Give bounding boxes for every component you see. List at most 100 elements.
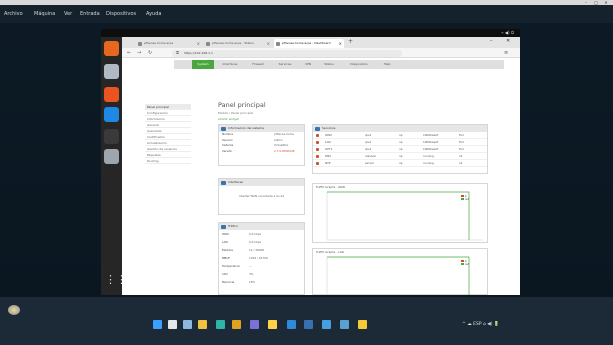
weather-widget[interactable]	[8, 303, 48, 323]
nav-item[interactable]: Services	[272, 60, 298, 69]
legend-swatch	[461, 260, 464, 262]
show-apps-icon[interactable]: ⋮⋮	[105, 273, 127, 286]
ubuntu-top-bar: ⌁ ◀) ⏻	[101, 29, 520, 37]
chart-lan-svg	[326, 256, 470, 295]
tab-close-icon[interactable]: ×	[197, 39, 200, 48]
panel-text: Interfaz WAN conectada a la red	[238, 194, 285, 198]
vm-system-tray[interactable]: ⌁ ◀) ⏻	[501, 29, 514, 37]
nav-item[interactable]: VPN	[300, 60, 316, 69]
vm-display[interactable]: ⌁ ◀) ⏻ ⋮⋮ pfSense.home.arpa × pfSense.ho…	[101, 29, 520, 295]
panel-header[interactable]: Servicios	[313, 125, 487, 132]
panel-header[interactable]: Tráfico	[219, 223, 304, 230]
info-value: 3%	[249, 272, 254, 276]
traffic-panel: Tráfico WAN 0.0 kbps LAN 0.0 kbps Estados 1…	[218, 222, 305, 295]
store-icon[interactable]	[268, 320, 277, 329]
menu-dispositivos[interactable]: Dispositivos	[106, 5, 136, 23]
search-icon[interactable]	[168, 320, 177, 329]
chart-wan-svg	[326, 191, 483, 241]
vscode-icon[interactable]	[287, 320, 296, 329]
close-button[interactable]: ✕	[506, 38, 510, 44]
browser-tab-3[interactable]: pfSense.home.arpa - Dashboard ×	[274, 39, 344, 48]
service-desc: ipv4	[365, 147, 371, 151]
info-key: Temperatura	[222, 264, 240, 268]
browser-tab-2[interactable]: pfSense.home.arpa - Status ×	[204, 39, 272, 48]
panel-header[interactable]: Información del sistema	[219, 125, 304, 132]
service-state: up	[399, 147, 403, 151]
nav-item[interactable]: System	[192, 60, 214, 69]
url-text: https://192.168.1.1	[184, 50, 213, 55]
teams-icon[interactable]	[250, 320, 259, 329]
info-key: Versión	[222, 148, 233, 153]
service-name: LAN	[325, 140, 331, 144]
start-icon[interactable]	[153, 320, 162, 329]
service-media: 1000baseT	[423, 147, 439, 151]
panel-icon	[221, 224, 226, 229]
service-row: OPT1 ipv4 up 1000baseT Full	[313, 146, 487, 153]
menu-entrada[interactable]: Entrada	[80, 5, 100, 23]
files-icon[interactable]	[104, 64, 119, 79]
tab-strip: pfSense.home.arpa × pfSense.home.arpa - …	[122, 37, 520, 48]
url-bar[interactable]: ⚿ https://192.168.1.1	[172, 49, 402, 57]
legend-entry: out	[461, 263, 469, 266]
nav-item[interactable]: Help	[378, 60, 396, 69]
sidebar-item[interactable]: Routing	[145, 158, 191, 164]
new-tab-button[interactable]: +	[348, 38, 353, 45]
virtualbox-icon[interactable]	[304, 320, 313, 329]
software-icon[interactable]	[104, 87, 119, 102]
info-row: WAN 0.0 kbps	[219, 230, 304, 238]
panel-title: Servicios	[322, 126, 336, 130]
file-explorer-icon[interactable]	[198, 320, 207, 329]
system-tray[interactable]: ^ ☁ ESP ⌂ ◀) 🔋	[462, 320, 500, 329]
service-duplex: ok	[459, 154, 463, 158]
nav-item[interactable]: Status	[318, 60, 340, 69]
info-row: Versión 2.7.0-RELEASE	[219, 149, 304, 155]
service-duplex: ok	[459, 161, 463, 165]
photos-icon[interactable]	[358, 320, 367, 329]
info-value: 0.0 kbps	[249, 232, 261, 236]
info-key: LAN	[222, 240, 228, 244]
add-widget-link[interactable]: Añadir widget	[218, 117, 239, 121]
service-desc: ipv4	[365, 133, 371, 137]
info-value: —	[249, 264, 252, 268]
menu-archivo[interactable]: Archivo	[4, 5, 23, 23]
reload-button[interactable]: ↻	[148, 49, 152, 57]
firefox-icon[interactable]	[104, 41, 119, 56]
menu-ver[interactable]: Ver	[64, 5, 72, 23]
service-duplex: Full	[459, 147, 464, 151]
terminal-icon[interactable]	[104, 129, 119, 144]
edge-icon[interactable]	[216, 320, 225, 329]
settings-icon[interactable]	[340, 320, 349, 329]
trash-icon[interactable]	[104, 149, 119, 164]
info-value: 18%	[249, 280, 256, 284]
legend-entry: out	[461, 198, 469, 201]
menu-maquina[interactable]: Máquina	[34, 5, 55, 23]
mail-icon[interactable]	[322, 320, 331, 329]
forward-button[interactable]: →	[137, 49, 141, 57]
tab-close-icon[interactable]: ×	[339, 39, 342, 48]
task-view-icon[interactable]	[183, 320, 192, 329]
navigation-bar: ← → ↻ ⚿ https://192.168.1.1 ≡	[122, 48, 520, 58]
legend-swatch	[461, 263, 464, 265]
chart-legend: in out	[461, 260, 469, 266]
minimize-button[interactable]: –	[490, 38, 493, 44]
help-icon[interactable]	[104, 107, 119, 122]
tab-close-icon[interactable]: ×	[267, 39, 270, 48]
info-key: Estados	[222, 248, 233, 252]
back-button[interactable]: ←	[127, 49, 131, 57]
chrome-icon[interactable]	[232, 320, 241, 329]
system-info-panel: Información del sistema Nombre pfSense.ho…	[218, 124, 305, 166]
panel-header[interactable]: Interfaces	[219, 179, 304, 186]
nav-item[interactable]: Diagnostics	[342, 60, 376, 69]
browser-tab-1[interactable]: pfSense.home.arpa ×	[136, 39, 202, 48]
info-value: 0.0 kbps	[249, 240, 261, 244]
status-icon	[316, 134, 319, 137]
info-key: Memoria	[222, 280, 235, 284]
nav-item[interactable]: Interfaces	[216, 60, 244, 69]
menu-button[interactable]: ≡	[504, 49, 508, 57]
menu-ayuda[interactable]: Ayuda	[146, 5, 161, 23]
nav-item[interactable]: Firewall	[246, 60, 270, 69]
legend-swatch	[461, 198, 464, 200]
service-media: 1000baseT	[423, 140, 439, 144]
page-title: Panel principal	[218, 101, 266, 109]
service-duplex: Full	[459, 133, 464, 137]
